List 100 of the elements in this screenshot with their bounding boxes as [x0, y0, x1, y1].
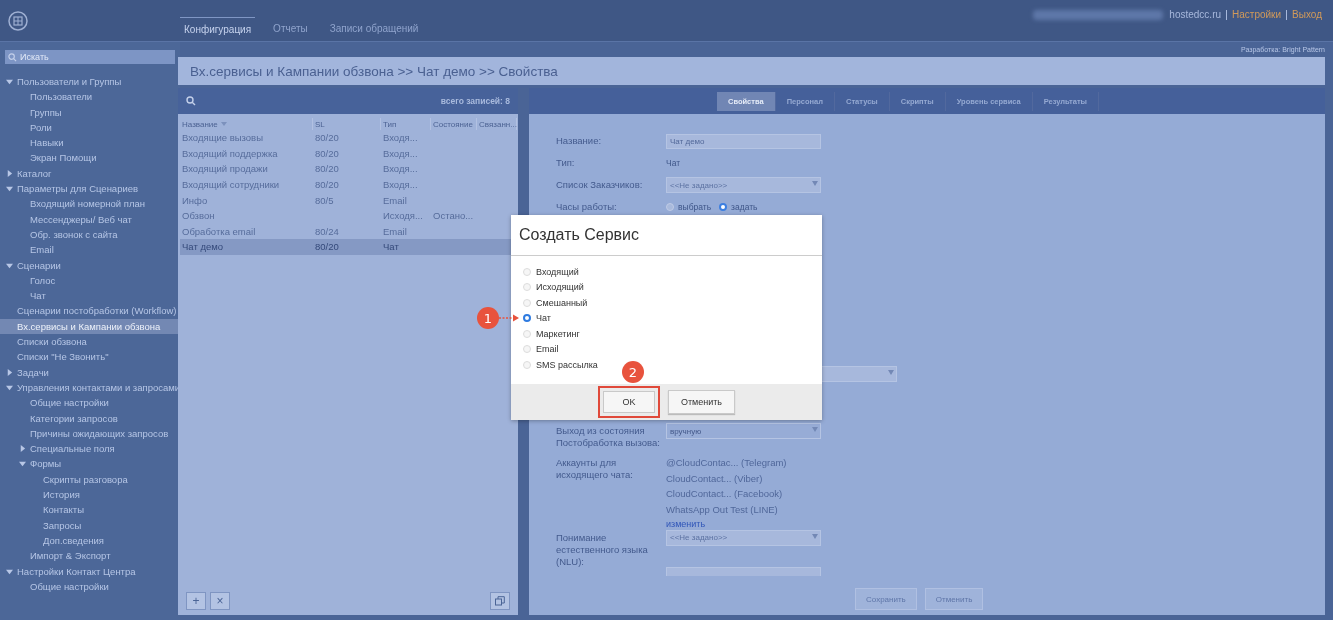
tree-item[interactable]: Причины ожидающих запросов: [0, 425, 180, 442]
tree-item[interactable]: Настройки Контакт Центра: [0, 563, 180, 579]
toolbar-button[interactable]: +: [186, 592, 206, 610]
input-field[interactable]: Чат демо: [666, 133, 821, 149]
table-cell: Чат демо: [182, 241, 224, 253]
tree-item[interactable]: Импорт & Экспорт: [0, 548, 180, 564]
dialog-title: Создать Сервис: [511, 215, 822, 256]
table-cell: Входя...: [383, 163, 418, 175]
dialog-button[interactable]: Отменить: [667, 390, 736, 414]
field-label: Понимание естественного языка (NLU):: [556, 530, 649, 568]
caret-down-icon: [812, 533, 818, 539]
tree-item[interactable]: Сценарии постобработки (Workflow): [0, 303, 180, 319]
header-link[interactable]: Настройки: [1226, 9, 1287, 20]
tree-item[interactable]: Контакты: [0, 502, 180, 518]
caret-right-icon[interactable]: [6, 169, 13, 177]
tree-item[interactable]: Сценарии: [0, 257, 180, 273]
table-row[interactable]: Входящий поддержка 80/20 Входя...: [180, 145, 518, 162]
column-header[interactable]: Связанн...: [477, 118, 517, 130]
tree-item[interactable]: Пользователи и Группы: [0, 74, 180, 90]
radio-label: выбрать: [678, 202, 712, 212]
table-cell: 80/20: [315, 179, 339, 191]
search-icon[interactable]: [186, 96, 196, 106]
radio-button[interactable]: [666, 203, 674, 211]
tree-item[interactable]: Списки "Не Звонить": [0, 349, 180, 365]
table-row[interactable]: Инфо 80/5 Email: [180, 192, 518, 208]
caret-down-icon[interactable]: [19, 460, 26, 468]
nav-tab[interactable]: Отчеты: [269, 16, 312, 37]
table-row[interactable]: Входящий сотрудники 80/20 Входя...: [180, 176, 518, 193]
tree-item[interactable]: Вх.сервисы и Кампании обзвона: [0, 318, 180, 335]
table-cell: 80/20: [315, 132, 339, 144]
radio-label: задать: [731, 202, 758, 212]
radio-label: Смешанный: [536, 297, 588, 308]
tree-item[interactable]: Мессенджеры/ Веб чат: [0, 211, 180, 227]
table-cell: Обзвон: [182, 210, 215, 222]
tree-item[interactable]: Чат: [0, 288, 180, 304]
tree-item[interactable]: Роли: [0, 119, 180, 136]
nav-tab[interactable]: Записи обращений: [325, 16, 423, 37]
tree-item[interactable]: Входящий номерной план: [0, 196, 180, 212]
tree-item[interactable]: Экран Помощи: [0, 150, 180, 166]
input-field[interactable]: [666, 567, 821, 576]
header-link[interactable]: Выход: [1286, 9, 1327, 20]
domain-text: hostedcc.ru: [1169, 9, 1223, 20]
column-header[interactable]: SL: [313, 118, 381, 130]
tree-item[interactable]: Списки обзвона: [0, 334, 180, 350]
radio-label: Исходящий: [536, 282, 584, 293]
table-cell: Входящие вызовы: [182, 132, 263, 144]
caret-down-icon[interactable]: [6, 383, 13, 391]
tree-item[interactable]: Формы: [0, 456, 180, 472]
table-cell: Входящий продажи: [182, 163, 268, 175]
caret-down-icon[interactable]: [6, 261, 13, 269]
tree-item[interactable]: Общие настройки: [0, 578, 180, 595]
tree-item[interactable]: Группы: [0, 104, 180, 120]
nav-tab[interactable]: Конфигурация: [180, 16, 256, 37]
tree-item[interactable]: Доп.сведения: [0, 532, 180, 549]
radio-button[interactable]: [719, 203, 728, 211]
tree-item[interactable]: Каталог: [0, 165, 180, 182]
caret-down-icon[interactable]: [6, 185, 13, 193]
table-cell: Входящий поддержка: [182, 147, 278, 159]
toolbar-button[interactable]: ×: [210, 592, 230, 610]
caret-down-icon[interactable]: [6, 78, 13, 85]
tree-item[interactable]: Специальные поля: [0, 441, 180, 457]
table-cell: Обработка email: [182, 225, 256, 237]
caret-down-icon[interactable]: [6, 567, 13, 575]
tree-item[interactable]: Обр. звонок с сайта: [0, 226, 180, 243]
dropdown[interactable]: <<Не задано>>: [666, 529, 821, 546]
radio-button[interactable]: [523, 314, 531, 323]
table-row[interactable]: Входящие вызовы 80/20 Входя...: [180, 130, 518, 146]
column-header[interactable]: Тип: [381, 118, 431, 130]
tree-item[interactable]: Параметры для Сценариев: [0, 181, 180, 197]
dialog-button[interactable]: OK: [597, 386, 660, 418]
tree-item[interactable]: Категории запросов: [0, 410, 180, 426]
search-icon: [8, 52, 17, 62]
tree-item[interactable]: Email: [0, 242, 180, 258]
tree-item[interactable]: Навыки: [0, 135, 180, 151]
table-cell: 80/5: [315, 194, 334, 206]
column-header[interactable]: Название: [180, 118, 313, 130]
tree-item[interactable]: Скрипты разговора: [0, 471, 180, 487]
breadcrumb: Вх.сервисы и Кампании обзвона >> Чат демо >> Свойства: [178, 57, 1325, 85]
tree-item[interactable]: Общие настройки: [0, 395, 180, 411]
search-field[interactable]: Искать: [5, 50, 175, 64]
radio-label: Email: [536, 344, 559, 355]
column-header[interactable]: Состояние: [431, 118, 477, 130]
dropdown[interactable]: <<Не задано>>: [666, 177, 821, 193]
tree-item[interactable]: Запросы: [0, 517, 180, 533]
account-item: CloudContact... (Viber): [666, 471, 764, 486]
copy-button[interactable]: [490, 592, 510, 610]
account-item: WhatsApp Out Test (LINE): [666, 502, 779, 517]
sort-icon: [220, 122, 227, 126]
caret-right-icon[interactable]: [19, 445, 26, 453]
table-row[interactable]: Входящий продажи 80/20 Входя...: [180, 161, 518, 177]
tree-item[interactable]: История: [0, 487, 180, 503]
logo-icon[interactable]: [8, 10, 28, 31]
caret-down-icon: [812, 181, 818, 186]
field-label: Выход из состояния Постобработка вызова:: [556, 424, 661, 450]
table-cell: Входя...: [383, 179, 418, 191]
tree-item[interactable]: Задачи: [0, 364, 180, 380]
tree-item[interactable]: Голос: [0, 272, 180, 289]
field-value: Чат: [666, 158, 681, 168]
caret-right-icon[interactable]: [6, 368, 13, 376]
tree-item[interactable]: Пользователи: [0, 89, 180, 105]
